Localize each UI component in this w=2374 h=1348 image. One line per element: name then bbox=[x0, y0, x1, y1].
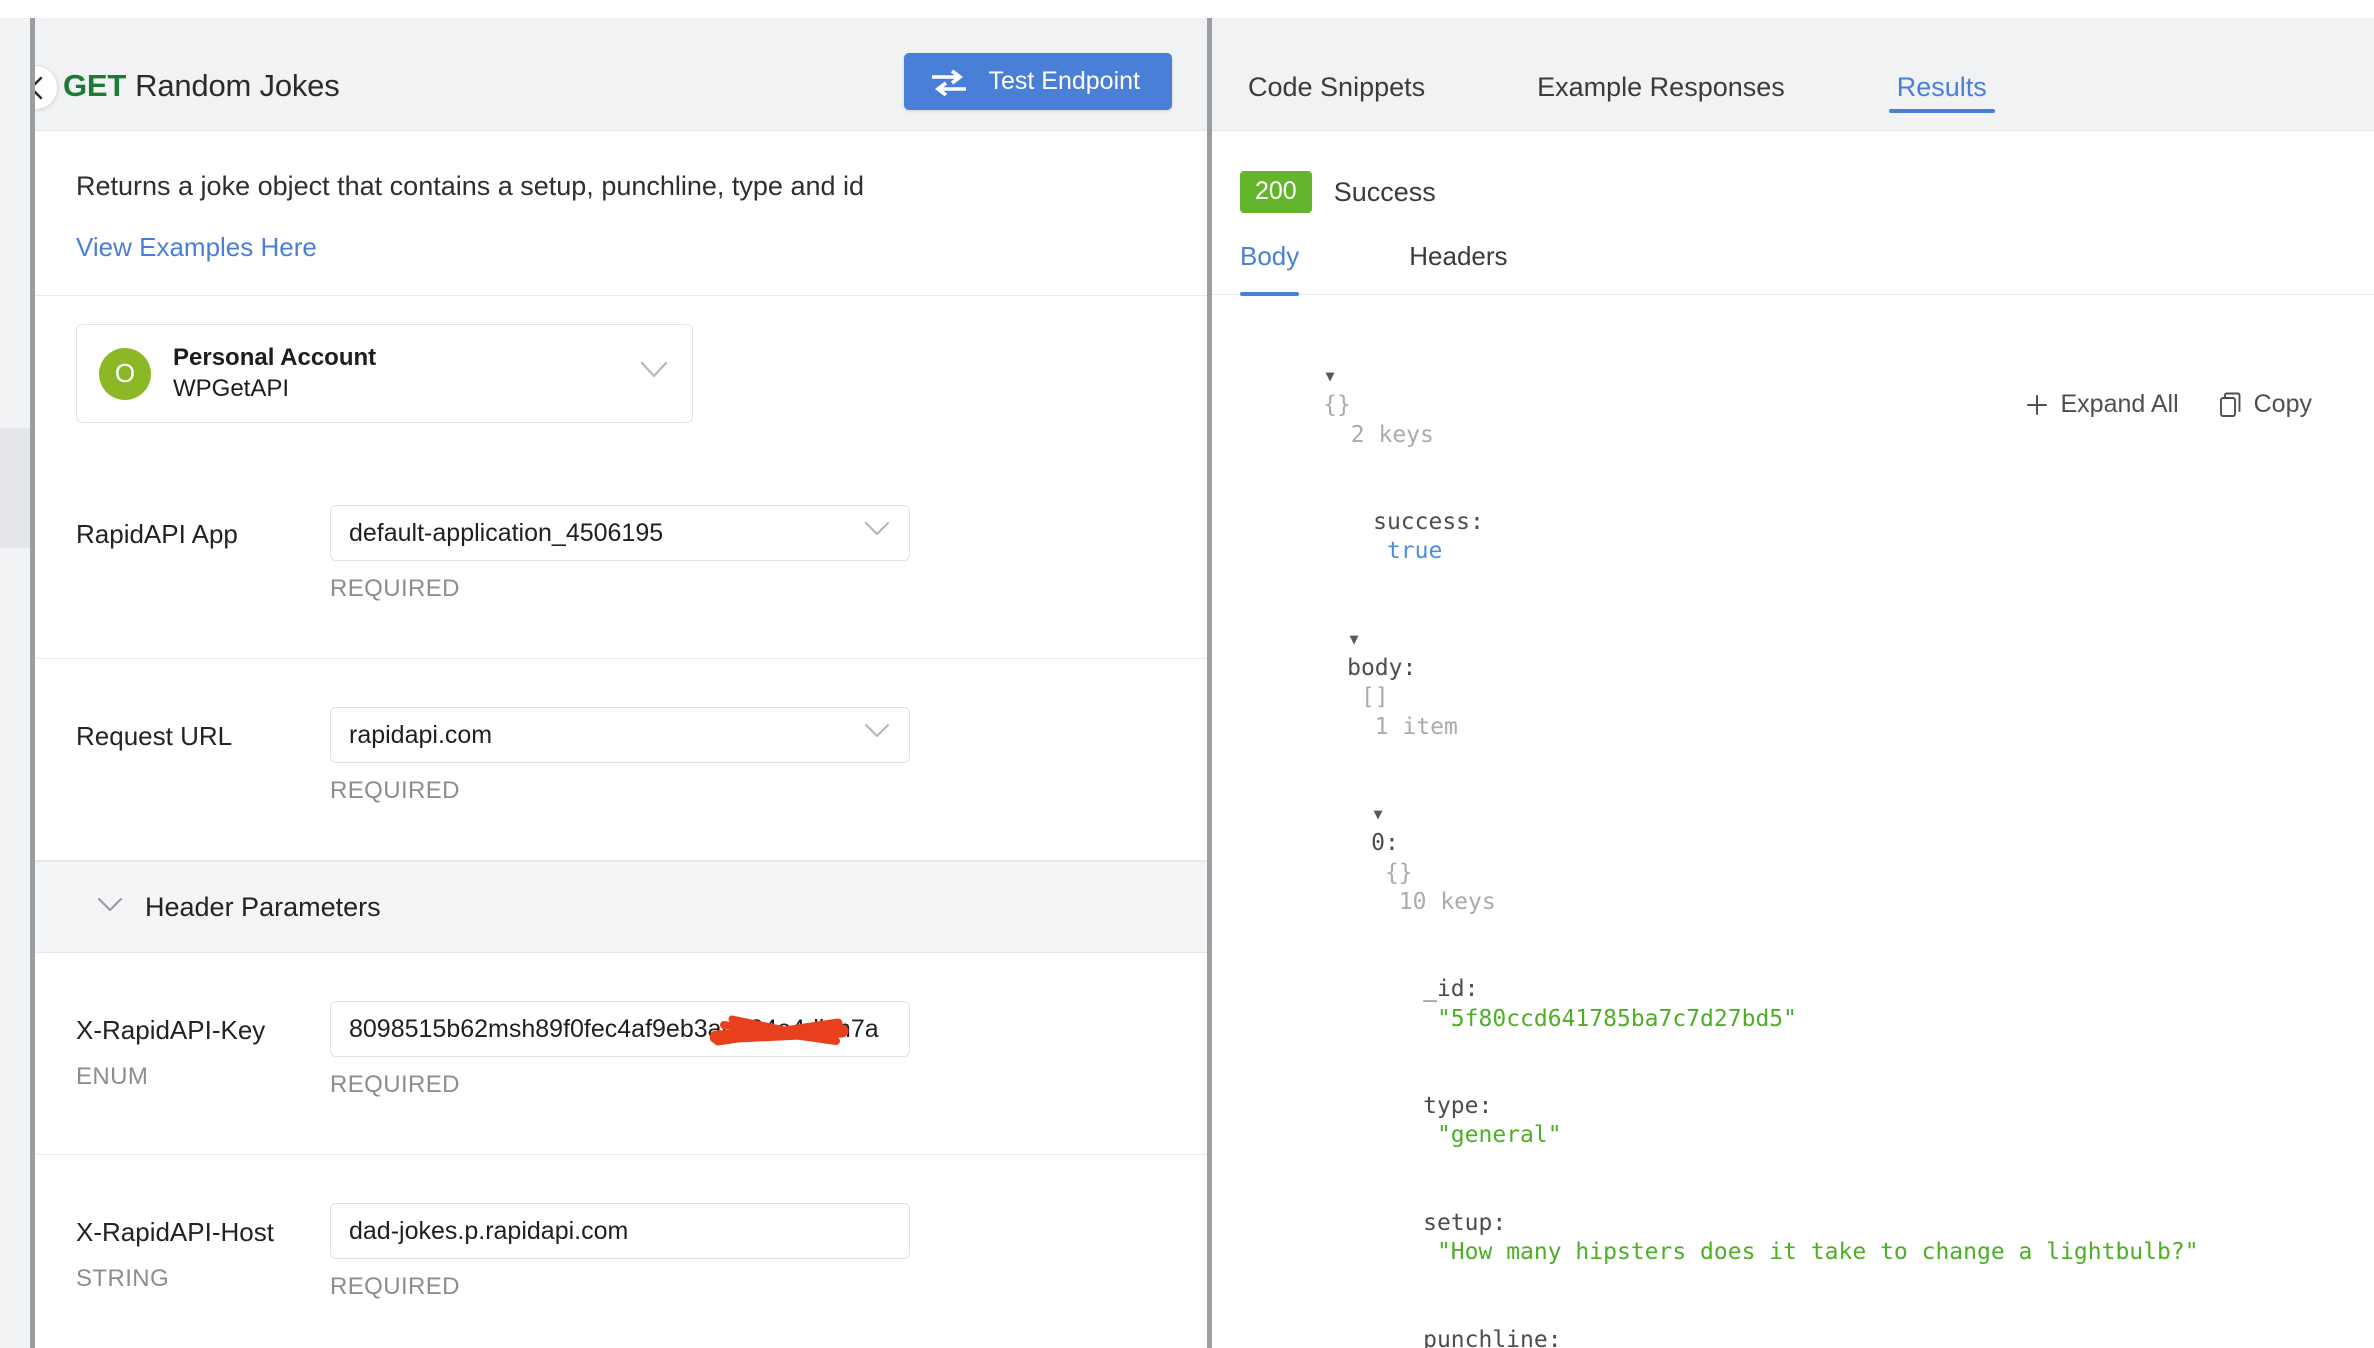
page-title: GET Random Jokes bbox=[63, 68, 340, 104]
endpoint-name-label: Random Jokes bbox=[135, 68, 340, 103]
field-label: X-RapidAPI-Key bbox=[76, 1015, 266, 1046]
chevron-down-icon[interactable] bbox=[864, 723, 890, 744]
header-parameters-section-toggle[interactable]: Header Parameters bbox=[35, 861, 1207, 954]
form-row-rapidapi-app: RapidAPI App REQUIRED bbox=[35, 457, 1207, 660]
chevron-down-icon bbox=[97, 897, 123, 918]
field-type: ENUM bbox=[76, 1063, 149, 1091]
body-headers-tabs: Body Headers bbox=[1212, 241, 2374, 296]
caret-down-icon[interactable]: ▾ bbox=[1323, 362, 1337, 391]
json-key-success: success: bbox=[1373, 509, 1484, 536]
results-panel: Code Snippets Example Responses Results … bbox=[1212, 18, 2374, 1348]
json-key-setup: setup: bbox=[1423, 1210, 1507, 1237]
account-selector[interactable]: O Personal Account WPGetAPI bbox=[76, 324, 693, 424]
status-badge: 200 bbox=[1240, 171, 1312, 213]
rail-item[interactable] bbox=[0, 18, 30, 179]
account-subtitle: WPGetAPI bbox=[173, 375, 290, 403]
json-toolbar: Expand All Copy bbox=[2025, 390, 2312, 419]
tab-headers[interactable]: Headers bbox=[1409, 241, 1507, 294]
rail-item[interactable] bbox=[0, 178, 30, 309]
plus-icon bbox=[2027, 394, 2048, 415]
status-row: 200 Success bbox=[1212, 131, 2374, 213]
endpoint-header: GET Random Jokes Test Endpoint bbox=[35, 18, 1207, 131]
required-note: REQUIRED bbox=[330, 1071, 460, 1099]
json-row-item-0[interactable]: ▾ 0: {} 10 keys bbox=[1240, 771, 2374, 946]
tab-code-snippets[interactable]: Code Snippets bbox=[1240, 18, 1433, 131]
field-label: X-RapidAPI-Host bbox=[76, 1217, 274, 1248]
chevron-down-icon bbox=[640, 361, 668, 384]
field-type: STRING bbox=[76, 1265, 170, 1293]
rapidapi-app-input[interactable] bbox=[330, 505, 910, 562]
request-url-input[interactable] bbox=[330, 707, 910, 764]
rail-item[interactable] bbox=[0, 678, 30, 869]
expand-all-button[interactable]: Expand All bbox=[2025, 390, 2179, 419]
left-rail bbox=[0, 18, 30, 1348]
json-row-punchline: punchline: "Oh, it's a really obscure nu… bbox=[1240, 1297, 2374, 1348]
json-key-id: _id: bbox=[1423, 976, 1479, 1003]
json-root-meta: 2 keys bbox=[1350, 421, 1434, 448]
status-text: Success bbox=[1333, 176, 1436, 207]
rail-item[interactable] bbox=[0, 308, 30, 429]
json-key-body: body: bbox=[1347, 655, 1417, 682]
json-key-item-0: 0: bbox=[1371, 830, 1399, 857]
back-button[interactable] bbox=[35, 65, 58, 110]
required-note: REQUIRED bbox=[330, 777, 460, 805]
field-label: RapidAPI App bbox=[76, 519, 238, 550]
copy-label: Copy bbox=[2253, 390, 2312, 418]
json-body-brace: [] bbox=[1360, 684, 1389, 711]
expand-all-label: Expand All bbox=[2060, 390, 2179, 418]
copy-icon bbox=[2219, 392, 2241, 417]
test-endpoint-label: Test Endpoint bbox=[988, 67, 1141, 95]
rail-item[interactable] bbox=[0, 548, 30, 679]
caret-down-icon[interactable]: ▾ bbox=[1371, 800, 1385, 829]
caret-down-icon[interactable]: ▾ bbox=[1347, 625, 1361, 654]
json-value-success: true bbox=[1386, 538, 1443, 565]
account-name: Personal Account bbox=[173, 344, 377, 372]
field-label: Request URL bbox=[76, 721, 233, 752]
json-row-body[interactable]: ▾ body: [] 1 item bbox=[1240, 596, 2374, 771]
chevron-down-icon[interactable] bbox=[864, 521, 890, 542]
form-row-x-rapidapi-key: X-RapidAPI-Key ENUM REQUIRED bbox=[35, 953, 1207, 1156]
json-row-setup: setup: "How many hipsters does it take t… bbox=[1240, 1180, 2374, 1297]
chevron-left-icon bbox=[35, 76, 42, 99]
avatar-glyph: O bbox=[114, 358, 136, 389]
endpoint-detail-panel: GET Random Jokes Test Endpoint Returns a … bbox=[35, 18, 1207, 1348]
form-row-x-rapidapi-host: X-RapidAPI-Host STRING REQUIRED bbox=[35, 1155, 1207, 1348]
json-key-type: type: bbox=[1423, 1093, 1493, 1120]
header-parameters-label: Header Parameters bbox=[145, 891, 381, 922]
view-examples-link[interactable]: View Examples Here bbox=[76, 232, 317, 263]
transfer-arrows-icon bbox=[931, 69, 966, 96]
json-tree-viewer: ▾ {} 2 keys success: true ▾ body: [] 1 i… bbox=[1212, 295, 2374, 1348]
http-method-label: GET bbox=[63, 68, 127, 103]
results-tabbar: Code Snippets Example Responses Results bbox=[1212, 18, 2374, 131]
tab-results[interactable]: Results bbox=[1888, 18, 1995, 131]
form-row-request-url: Request URL REQUIRED bbox=[35, 659, 1207, 862]
endpoint-description: Returns a joke object that contains a se… bbox=[76, 171, 865, 201]
json-value-id: "5f80ccd641785ba7c7d27bd5" bbox=[1436, 1005, 1797, 1032]
x-rapidapi-key-input[interactable] bbox=[330, 1001, 910, 1058]
json-item-meta: 10 keys bbox=[1398, 888, 1496, 915]
json-value-setup: "How many hipsters does it take to chang… bbox=[1436, 1239, 2199, 1266]
avatar: O bbox=[99, 347, 151, 400]
divider bbox=[35, 295, 1207, 297]
tab-body[interactable]: Body bbox=[1240, 241, 1300, 296]
rail-item[interactable] bbox=[0, 868, 30, 1348]
rail-item-active[interactable] bbox=[0, 428, 30, 549]
json-row-id: _id: "5f80ccd641785ba7c7d27bd5" bbox=[1240, 946, 2374, 1063]
json-item-brace: {} bbox=[1384, 859, 1413, 886]
json-value-type: "general" bbox=[1436, 1122, 1562, 1149]
json-key-punchline: punchline: bbox=[1423, 1326, 1562, 1348]
x-rapidapi-host-input[interactable] bbox=[330, 1203, 910, 1260]
copy-button[interactable]: Copy bbox=[2219, 390, 2312, 419]
json-body-meta: 1 item bbox=[1374, 713, 1458, 740]
top-white-strip bbox=[0, 0, 2374, 18]
required-note: REQUIRED bbox=[330, 1273, 460, 1301]
tab-example-responses[interactable]: Example Responses bbox=[1529, 18, 1793, 131]
json-row-success: success: true bbox=[1240, 479, 2374, 596]
json-row-type: type: "general" bbox=[1240, 1063, 2374, 1180]
test-endpoint-button[interactable]: Test Endpoint bbox=[903, 53, 1172, 110]
required-note: REQUIRED bbox=[330, 575, 460, 603]
endpoint-description-block: Returns a joke object that contains a se… bbox=[35, 131, 1207, 263]
json-root-brace: {} bbox=[1323, 392, 1351, 419]
